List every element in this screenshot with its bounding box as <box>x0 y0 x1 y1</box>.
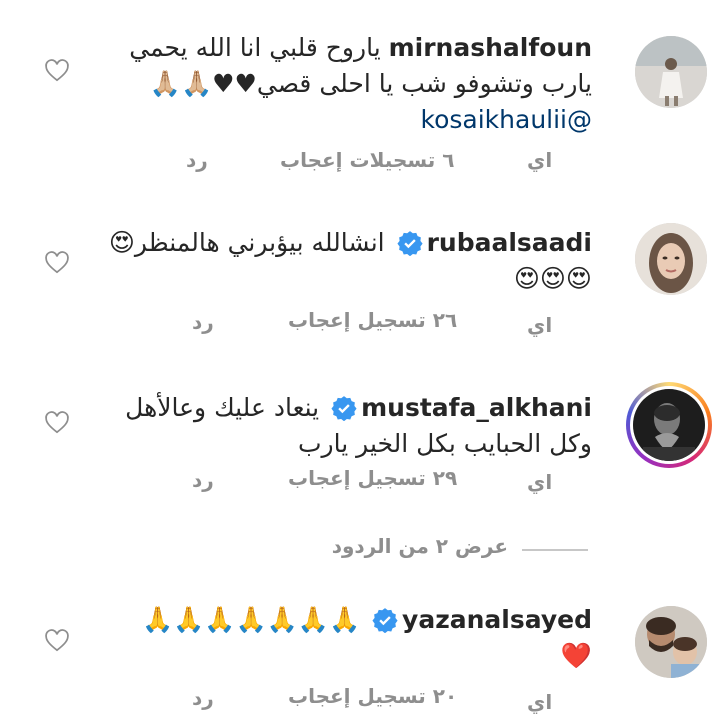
view-replies-row[interactable]: عرض ٢ من الردود <box>0 532 720 568</box>
comment-username[interactable]: mirnashalfoun <box>389 33 592 62</box>
comment-text: mustafa_alkhani ينعاد عليك وعالأهل وكل ا… <box>125 390 592 462</box>
comment-time: اي <box>527 690 553 714</box>
avatar[interactable] <box>633 389 705 461</box>
view-replies-button[interactable]: عرض ٢ من الردود <box>332 534 508 558</box>
comment-body-line: 😍😍😍 <box>513 264 592 293</box>
woman-walking-avatar-icon <box>635 36 707 108</box>
woman-portrait-avatar-icon <box>635 223 707 295</box>
reply-button[interactable]: رد <box>192 468 214 492</box>
comment-text: yazanalsayed 🙏🙏🙏🙏🙏🙏🙏 ❤️ <box>142 602 592 674</box>
comment-body-line: ❤️ <box>560 641 592 670</box>
verified-badge-icon <box>331 396 357 421</box>
likes-count[interactable]: ٢٩ تسجيل إعجاب <box>288 466 457 490</box>
like-heart-icon[interactable] <box>44 250 70 276</box>
man-with-child-avatar-icon <box>635 606 707 678</box>
comment-time: اي <box>527 470 553 494</box>
comment-text: rubaalsaadi انشالله بيؤبرني هالمنظر😍 😍😍😍 <box>109 225 592 297</box>
verified-badge-icon <box>372 608 398 633</box>
comment-item: mustafa_alkhani ينعاد عليك وعالأهل وكل ا… <box>0 370 720 520</box>
avatar[interactable] <box>635 223 707 295</box>
like-heart-icon[interactable] <box>44 58 70 84</box>
comment-body-line: وكل الحبايب بكل الخير يارب <box>298 429 592 458</box>
reply-button[interactable]: رد <box>186 148 208 172</box>
comment-time: اي <box>527 313 553 337</box>
story-ring[interactable] <box>626 382 712 468</box>
like-heart-icon[interactable] <box>44 628 70 654</box>
verified-badge-icon <box>397 231 423 256</box>
comment-body: انشالله بيؤبرني هالمنظر😍 <box>108 228 385 257</box>
avatar[interactable] <box>635 36 707 108</box>
comment-body: 🙏🙏🙏🙏🙏🙏🙏 <box>142 605 361 634</box>
mention-link[interactable]: @kosaikhaulii <box>129 102 593 138</box>
comment-text: mirnashalfoun ياروح قلبي انا الله يحمي ي… <box>129 30 592 138</box>
comment-body-line: يارب وتشوفو شب يا احلى قصي♥♥🙏🏼🙏🏼 <box>149 69 592 98</box>
likes-count[interactable]: ٢٦ تسجيل إعجاب <box>288 308 457 332</box>
comment-item: yazanalsayed 🙏🙏🙏🙏🙏🙏🙏 ❤️ اي ٢٠ تسجيل إعجا… <box>0 580 720 726</box>
comment-body: ياروح قلبي انا الله يحمي <box>129 33 381 62</box>
avatar[interactable] <box>635 606 707 678</box>
like-heart-icon[interactable] <box>44 410 70 436</box>
likes-count[interactable]: ٦ تسجيلات إعجاب <box>280 148 454 172</box>
comment-body: ينعاد عليك وعالأهل <box>125 393 320 422</box>
man-heart-hands-avatar-icon <box>633 389 705 461</box>
comment-item: rubaalsaadi انشالله بيؤبرني هالمنظر😍 😍😍😍… <box>0 180 720 370</box>
reply-button[interactable]: رد <box>192 310 214 334</box>
comment-username[interactable]: mustafa_alkhani <box>361 393 592 422</box>
replies-divider <box>522 549 588 551</box>
comment-username[interactable]: yazanalsayed <box>402 605 592 634</box>
likes-count[interactable]: ٢٠ تسجيل إعجاب <box>288 684 457 708</box>
comment-username[interactable]: rubaalsaadi <box>427 228 592 257</box>
comment-time: اي <box>527 148 553 172</box>
reply-button[interactable]: رد <box>192 686 214 710</box>
comment-item: mirnashalfoun ياروح قلبي انا الله يحمي ي… <box>0 0 720 180</box>
